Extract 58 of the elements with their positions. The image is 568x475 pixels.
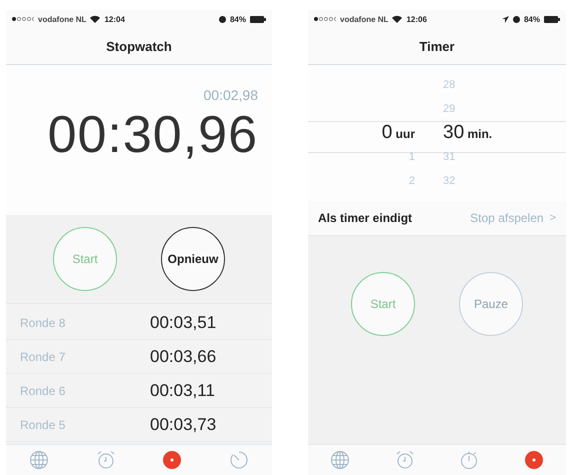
tab-item[interactable]: [394, 450, 415, 470]
carrier-label: vodafone NL: [340, 14, 388, 24]
picker-value[interactable]: 29: [443, 103, 503, 115]
lap-name: Ronde 8: [20, 316, 66, 330]
alarm-clock-icon: [394, 450, 415, 470]
lap-time: 00:03,11: [150, 380, 215, 400]
picker-value[interactable]: 28: [443, 79, 503, 91]
battery-label: 84%: [524, 14, 540, 24]
tab-item[interactable]: [228, 450, 249, 470]
round-button[interactable]: Start: [53, 227, 117, 291]
tab-item[interactable]: [29, 450, 50, 470]
main-time: 00:30,96: [48, 105, 258, 165]
unit-label: uur: [394, 127, 415, 141]
end-label: Als timer eindigt: [318, 211, 414, 225]
lap-time: 00:03,51: [150, 312, 216, 332]
end-value: Stop afspelen: [470, 211, 544, 225]
selected-tab-icon: [162, 450, 182, 470]
picker-value[interactable]: 32: [443, 175, 503, 187]
screen-title: Stopwatch: [106, 38, 172, 54]
wifi-icon: [392, 15, 402, 23]
lap-time: 00:03,73: [150, 414, 216, 434]
picker-selected-value[interactable]: 30 min.: [443, 122, 503, 144]
timer-icon: [228, 450, 249, 470]
round-button[interactable]: Pauze: [459, 272, 523, 336]
chevron-icon: >: [550, 212, 556, 224]
lap-name: Ronde 5: [20, 418, 66, 432]
location-icon: [502, 16, 509, 22]
status-time: 12:06: [406, 14, 427, 24]
status-time: 12:04: [104, 14, 125, 24]
lap-name: Ronde 7: [20, 350, 66, 364]
picker-value[interactable]: 1: [408, 151, 415, 163]
lap-time: 00:03,66: [150, 346, 216, 366]
battery-icon: [544, 16, 560, 22]
selected-tab-icon: [524, 450, 544, 470]
tab-item[interactable]: [459, 450, 480, 470]
tab-item[interactable]: [524, 450, 544, 470]
unit-label: min.: [466, 127, 492, 141]
picker-selected-value[interactable]: 0 uur: [382, 122, 415, 144]
alarm-clock-icon: [96, 450, 116, 470]
picker-value[interactable]: 2: [408, 175, 415, 187]
round-button[interactable]: Opnieuw: [161, 227, 225, 291]
tab-item[interactable]: [330, 450, 350, 470]
globe-icon: [330, 450, 350, 470]
signal-icon: [314, 17, 336, 21]
lap-time: 00:02,98: [204, 87, 258, 103]
screen-title: Timer: [419, 38, 455, 54]
round-button[interactable]: Start: [351, 272, 415, 336]
globe-icon: [29, 450, 50, 470]
tab-item[interactable]: [162, 450, 182, 470]
battery-label: 84%: [230, 14, 246, 24]
battery-icon: [250, 16, 266, 22]
stopwatch-icon: [459, 450, 480, 470]
signal-icon: [12, 17, 34, 21]
lap-name: Ronde 6: [20, 384, 66, 398]
carrier-label: vodafone NL: [38, 14, 86, 24]
wifi-icon: [90, 15, 100, 23]
picker-value[interactable]: 31: [443, 151, 503, 163]
tab-item[interactable]: [96, 450, 116, 470]
